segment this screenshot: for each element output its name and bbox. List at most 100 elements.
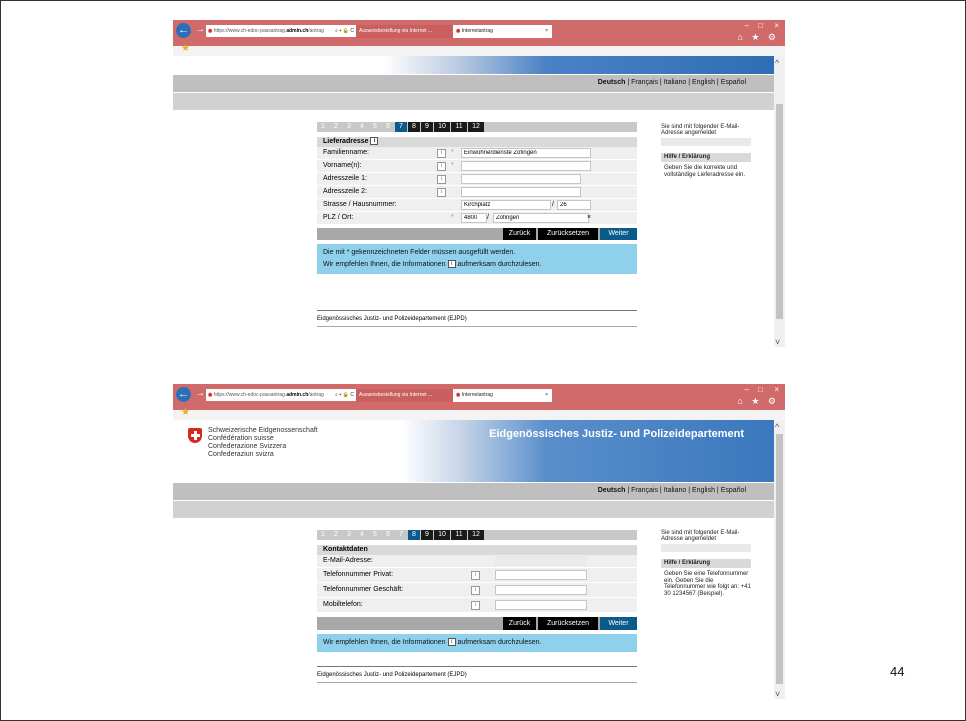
- lang-sep: |: [716, 79, 719, 86]
- toolbar-icons[interactable]: ⌂ ★ ⚙: [737, 32, 779, 43]
- lang-espanol[interactable]: Español: [721, 487, 746, 494]
- field-label: Telefonnummer Privat:: [323, 571, 394, 578]
- lang-espanol[interactable]: Español: [721, 79, 746, 86]
- address-controls[interactable]: ⌕ ▾ 🔒 C: [335, 25, 354, 37]
- tab-ausweisbestellung[interactable]: Ausweisbestellung via Internet ...: [356, 389, 454, 402]
- step-3[interactable]: 3: [343, 122, 355, 132]
- ort-input[interactable]: [493, 213, 589, 223]
- close-window-button[interactable]: ×: [774, 385, 779, 394]
- info-icon[interactable]: i: [437, 149, 446, 158]
- favorites-star-icon[interactable]: ★: [181, 43, 190, 54]
- info-icon[interactable]: i: [370, 137, 379, 146]
- plz-input[interactable]: [461, 213, 487, 223]
- scroll-thumb[interactable]: [776, 104, 783, 319]
- info-icon[interactable]: i: [437, 175, 446, 184]
- address-controls[interactable]: ⌕ ▾ 🔒 C: [335, 389, 354, 401]
- lang-francais[interactable]: Français: [631, 79, 658, 86]
- step-5[interactable]: 5: [369, 122, 381, 132]
- lang-english[interactable]: English: [692, 487, 715, 494]
- separator: /: [552, 201, 554, 208]
- telefon-privat-input[interactable]: [495, 570, 587, 580]
- scroll-up-icon[interactable]: ^: [775, 58, 779, 68]
- step-6[interactable]: 6: [382, 122, 394, 132]
- address-bar[interactable]: ◉ https://www.ch-edoc-passantrag.admin.c…: [206, 25, 356, 37]
- slide-frame: – □ × ← → ◉ https://www.ch-edoc-passantr…: [0, 0, 966, 721]
- step-1[interactable]: 1: [317, 530, 329, 540]
- maximize-button[interactable]: □: [758, 21, 763, 30]
- step-2[interactable]: 2: [330, 530, 342, 540]
- tab-internetantrag[interactable]: ◉ Internetantrag ×: [453, 389, 552, 402]
- info-icon[interactable]: i: [471, 586, 480, 595]
- lang-deutsch[interactable]: Deutsch: [598, 487, 626, 494]
- vorname-input[interactable]: [461, 161, 591, 171]
- close-tab-icon[interactable]: ×: [545, 389, 548, 402]
- scroll-down-icon[interactable]: ˅: [775, 337, 780, 347]
- scrollbar[interactable]: ^ ˅: [774, 56, 785, 347]
- step-2[interactable]: 2: [330, 122, 342, 132]
- step-1[interactable]: 1: [317, 122, 329, 132]
- minimize-button[interactable]: –: [745, 21, 749, 30]
- minimize-button[interactable]: –: [745, 385, 749, 394]
- step-12: 12: [468, 122, 484, 132]
- info-icon[interactable]: i: [437, 188, 446, 197]
- zurueck-button[interactable]: Zurück: [503, 617, 536, 630]
- forward-arrow-icon[interactable]: →: [195, 388, 205, 399]
- weiter-button[interactable]: Weiter: [600, 228, 637, 240]
- zuruecksetzen-button[interactable]: Zurücksetzen: [538, 228, 598, 240]
- clear-icon[interactable]: ×: [587, 212, 591, 224]
- lang-deutsch[interactable]: Deutsch: [598, 79, 626, 86]
- lang-sep: |: [627, 487, 630, 494]
- adresszeile-1-input[interactable]: [461, 174, 581, 184]
- info-icon[interactable]: i: [471, 571, 480, 580]
- close-tab-icon[interactable]: ×: [545, 25, 548, 38]
- scroll-thumb[interactable]: [776, 434, 783, 684]
- zurueck-button[interactable]: Zurück: [503, 228, 536, 240]
- zuruecksetzen-button[interactable]: Zurücksetzen: [538, 617, 598, 630]
- hausnummer-input[interactable]: [557, 200, 591, 210]
- step-6[interactable]: 6: [382, 530, 394, 540]
- forward-arrow-icon[interactable]: →: [195, 24, 205, 35]
- toolbar-icons[interactable]: ⌂ ★ ⚙: [737, 396, 779, 407]
- section-header-kontaktdaten: Kontaktdaten: [317, 545, 637, 555]
- info-icon[interactable]: i: [437, 162, 446, 171]
- language-bar: Deutsch | Français | Italiano | English …: [173, 483, 774, 500]
- lang-english[interactable]: English: [692, 79, 715, 86]
- close-window-button[interactable]: ×: [774, 21, 779, 30]
- weiter-button[interactable]: Weiter: [600, 617, 637, 630]
- section-header-lieferadresse: Lieferadresse i: [317, 137, 637, 147]
- step-7[interactable]: 7: [395, 530, 407, 540]
- mobiltelefon-input[interactable]: [495, 600, 587, 610]
- adresszeile-2-input[interactable]: [461, 187, 581, 197]
- step-5[interactable]: 5: [369, 530, 381, 540]
- step-10: 10: [434, 530, 450, 540]
- favorites-star-icon[interactable]: ★: [181, 407, 190, 418]
- familienname-input[interactable]: [461, 148, 591, 158]
- strasse-input[interactable]: [461, 200, 551, 210]
- favorites-bar: ★: [173, 43, 785, 56]
- scroll-up-icon[interactable]: ^: [775, 422, 779, 432]
- address-bar[interactable]: ◉ https://www.ch-edoc-passantrag.admin.c…: [206, 389, 356, 401]
- step-9: 9: [421, 122, 433, 132]
- page-footer: Eidgenössisches Justiz- und Polizeidepar…: [317, 666, 637, 683]
- step-11: 11: [451, 530, 467, 540]
- step-indicator: 1 2 3 4 5 6 7 8 9 10 11 12: [317, 122, 637, 132]
- section-title: Lieferadresse: [323, 138, 369, 145]
- lang-italiano[interactable]: Italiano: [664, 79, 687, 86]
- step-10: 10: [434, 122, 450, 132]
- lang-italiano[interactable]: Italiano: [664, 487, 687, 494]
- lang-francais[interactable]: Français: [631, 487, 658, 494]
- scrollbar[interactable]: ^ ˅: [774, 420, 785, 699]
- telefon-geschaeft-input[interactable]: [495, 585, 587, 595]
- login-email-field: [661, 544, 751, 552]
- step-4[interactable]: 4: [356, 530, 368, 540]
- required-marker: *: [451, 162, 454, 169]
- tab-ausweisbestellung[interactable]: Ausweisbestellung via Internet ...: [356, 25, 454, 38]
- info-icon[interactable]: i: [471, 601, 480, 610]
- maximize-button[interactable]: □: [758, 385, 763, 394]
- step-3[interactable]: 3: [343, 530, 355, 540]
- scroll-down-icon[interactable]: ˅: [775, 689, 780, 699]
- back-arrow-icon[interactable]: ←: [176, 387, 191, 402]
- back-arrow-icon[interactable]: ←: [176, 23, 191, 38]
- tab-internetantrag[interactable]: ◉ Internetantrag ×: [453, 25, 552, 38]
- step-4[interactable]: 4: [356, 122, 368, 132]
